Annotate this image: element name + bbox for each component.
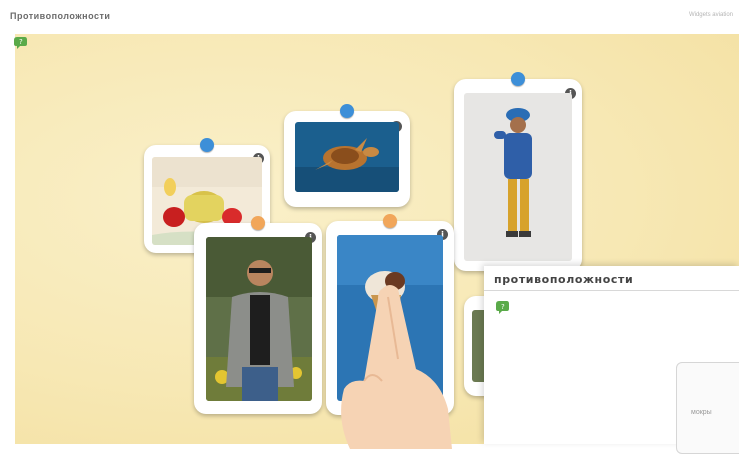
pin-icon [340, 104, 354, 118]
pin-icon [511, 72, 525, 86]
hand-pointer-icon [341, 285, 452, 449]
popup-panel: противоположности ? мокры [484, 266, 739, 454]
pin-icon [383, 214, 397, 228]
page-title: Противоположности [10, 11, 111, 21]
svg-text:?: ? [501, 303, 505, 311]
turtle-photo [295, 122, 399, 192]
card-boy[interactable]: i [454, 72, 582, 271]
man-photo [206, 237, 312, 401]
help-icon[interactable]: ? [494, 300, 510, 315]
word-card-text: мокры [691, 409, 712, 416]
card-turtle[interactable]: i [284, 104, 410, 207]
header-bar: Противоположности Widgets aviation [0, 0, 739, 34]
boy-photo [464, 93, 572, 261]
word-card[interactable]: мокры [676, 362, 739, 454]
credit-text: Widgets aviation [688, 12, 733, 18]
svg-text:?: ? [19, 38, 23, 46]
help-icon[interactable]: ? [12, 36, 28, 50]
pin-icon [251, 216, 265, 230]
popup-title: противоположности [494, 273, 634, 286]
pin-icon [200, 138, 214, 152]
card-man[interactable]: i [194, 216, 322, 414]
popup-divider [484, 290, 739, 291]
